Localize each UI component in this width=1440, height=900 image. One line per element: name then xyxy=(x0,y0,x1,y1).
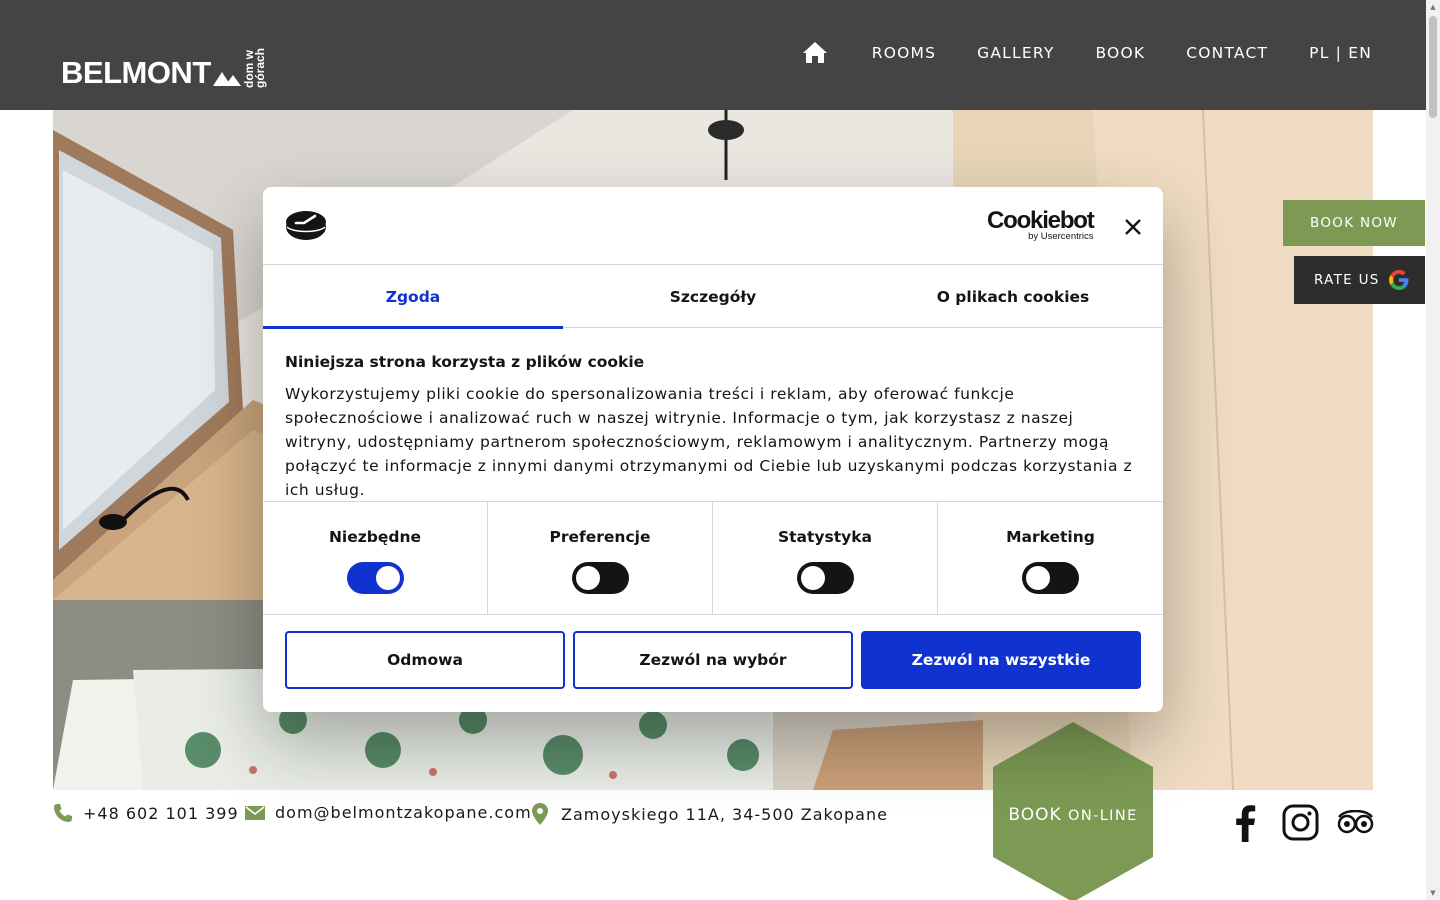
instagram-icon[interactable] xyxy=(1282,804,1319,841)
tab-about-cookies[interactable]: O plikach cookies xyxy=(863,265,1163,328)
contact-email[interactable]: dom@belmontzakopane.com xyxy=(245,803,532,822)
book-now-label: BOOK NOW xyxy=(1310,215,1398,231)
toggle-knob xyxy=(1026,566,1050,590)
mountain-icon xyxy=(212,72,241,86)
map-pin-icon xyxy=(532,803,548,825)
category-preferences: Preferencje xyxy=(488,502,713,615)
nav-gallery[interactable]: GALLERY xyxy=(977,44,1054,62)
cookie-consent-dialog: Cookiebot by Usercentrics Zgoda Szczegół… xyxy=(263,187,1163,712)
tab-details[interactable]: Szczegóły xyxy=(563,265,863,328)
marketing-toggle[interactable] xyxy=(1022,562,1079,594)
page-scrollbar[interactable]: ▲ ▼ xyxy=(1426,0,1440,900)
scroll-up-arrow-icon[interactable]: ▲ xyxy=(1429,3,1437,11)
dialog-title: Niniejsza strona korzysta z plików cooki… xyxy=(285,353,645,371)
scroll-down-arrow-icon[interactable]: ▼ xyxy=(1429,889,1437,897)
facebook-icon[interactable] xyxy=(1233,804,1257,842)
tripadvisor-icon[interactable] xyxy=(1337,810,1374,835)
scroll-thumb[interactable] xyxy=(1429,16,1437,118)
nav-language[interactable]: PL | EN xyxy=(1309,44,1372,62)
toggle-knob xyxy=(375,566,400,590)
logo-text: BELMONT xyxy=(61,55,211,90)
toggle-knob xyxy=(800,566,825,590)
cookiebot-name: Cookiebot xyxy=(987,207,1095,234)
cookiebot-brand: Cookiebot by Usercentrics xyxy=(987,207,1095,243)
dialog-tabs: Zgoda Szczegóły O plikach cookies xyxy=(263,265,1163,329)
site-logo[interactable]: BELMONT dom w górach xyxy=(61,28,267,90)
category-label: Preferencje xyxy=(549,528,651,546)
street-address: Zamoyskiego 11A, 34-500 Zakopane xyxy=(561,804,888,824)
cookie-categories: Niezbędne Preferencje Statystyka Marketi… xyxy=(263,501,1163,615)
close-icon[interactable] xyxy=(1123,217,1143,237)
category-label: Marketing xyxy=(1006,528,1095,546)
email-address: dom@belmontzakopane.com xyxy=(275,803,532,822)
allow-selection-button[interactable]: Zezwól na wybór xyxy=(573,631,853,689)
phone-number: +48 602 101 399 xyxy=(83,803,239,823)
necessary-toggle[interactable] xyxy=(346,562,404,594)
category-label: Niezbędne xyxy=(328,528,422,546)
deny-button[interactable]: Odmowa xyxy=(285,631,565,689)
nav-rooms[interactable]: ROOMS xyxy=(872,44,936,62)
main-nav: ROOMS GALLERY BOOK CONTACT PL | EN xyxy=(802,40,1372,66)
phone-icon xyxy=(53,803,73,823)
tab-consent[interactable]: Zgoda xyxy=(263,265,563,329)
google-icon xyxy=(1388,270,1409,290)
category-statistics: Statystyka xyxy=(713,502,938,615)
category-marketing: Marketing xyxy=(938,502,1163,615)
rate-us-label: RATE US xyxy=(1314,272,1380,288)
category-label: Statystyka xyxy=(777,528,873,546)
category-necessary: Niezbędne xyxy=(263,502,488,615)
dialog-body-text: Wykorzystujemy pliki cookie do spersonal… xyxy=(285,385,1133,499)
mail-icon xyxy=(245,805,265,821)
allow-all-button[interactable]: Zezwól na wszystkie xyxy=(861,631,1141,689)
logo-subtitle: dom w górach xyxy=(241,47,267,88)
home-icon[interactable] xyxy=(802,40,828,66)
preferences-toggle[interactable] xyxy=(571,562,629,594)
nav-book[interactable]: BOOK xyxy=(1096,44,1146,62)
nav-contact[interactable]: CONTACT xyxy=(1186,44,1268,62)
dialog-actions: Odmowa Zezwól na wybór Zezwól na wszystk… xyxy=(285,631,1141,689)
book-now-button[interactable]: BOOK NOW xyxy=(1283,200,1425,246)
rate-us-button[interactable]: RATE US xyxy=(1294,256,1425,304)
contact-phone[interactable]: +48 602 101 399 xyxy=(53,803,239,823)
dialog-header: Cookiebot by Usercentrics xyxy=(263,187,1163,265)
statistics-toggle[interactable] xyxy=(796,562,854,594)
site-header: BELMONT dom w górach ROOMS GALLERY BOOK … xyxy=(0,0,1426,110)
book-online-button[interactable] xyxy=(993,722,1153,900)
contact-address[interactable]: Zamoyskiego 11A, 34-500 Zakopane xyxy=(532,803,888,825)
cookie-logo-icon xyxy=(286,211,326,240)
toggle-knob xyxy=(575,566,600,590)
